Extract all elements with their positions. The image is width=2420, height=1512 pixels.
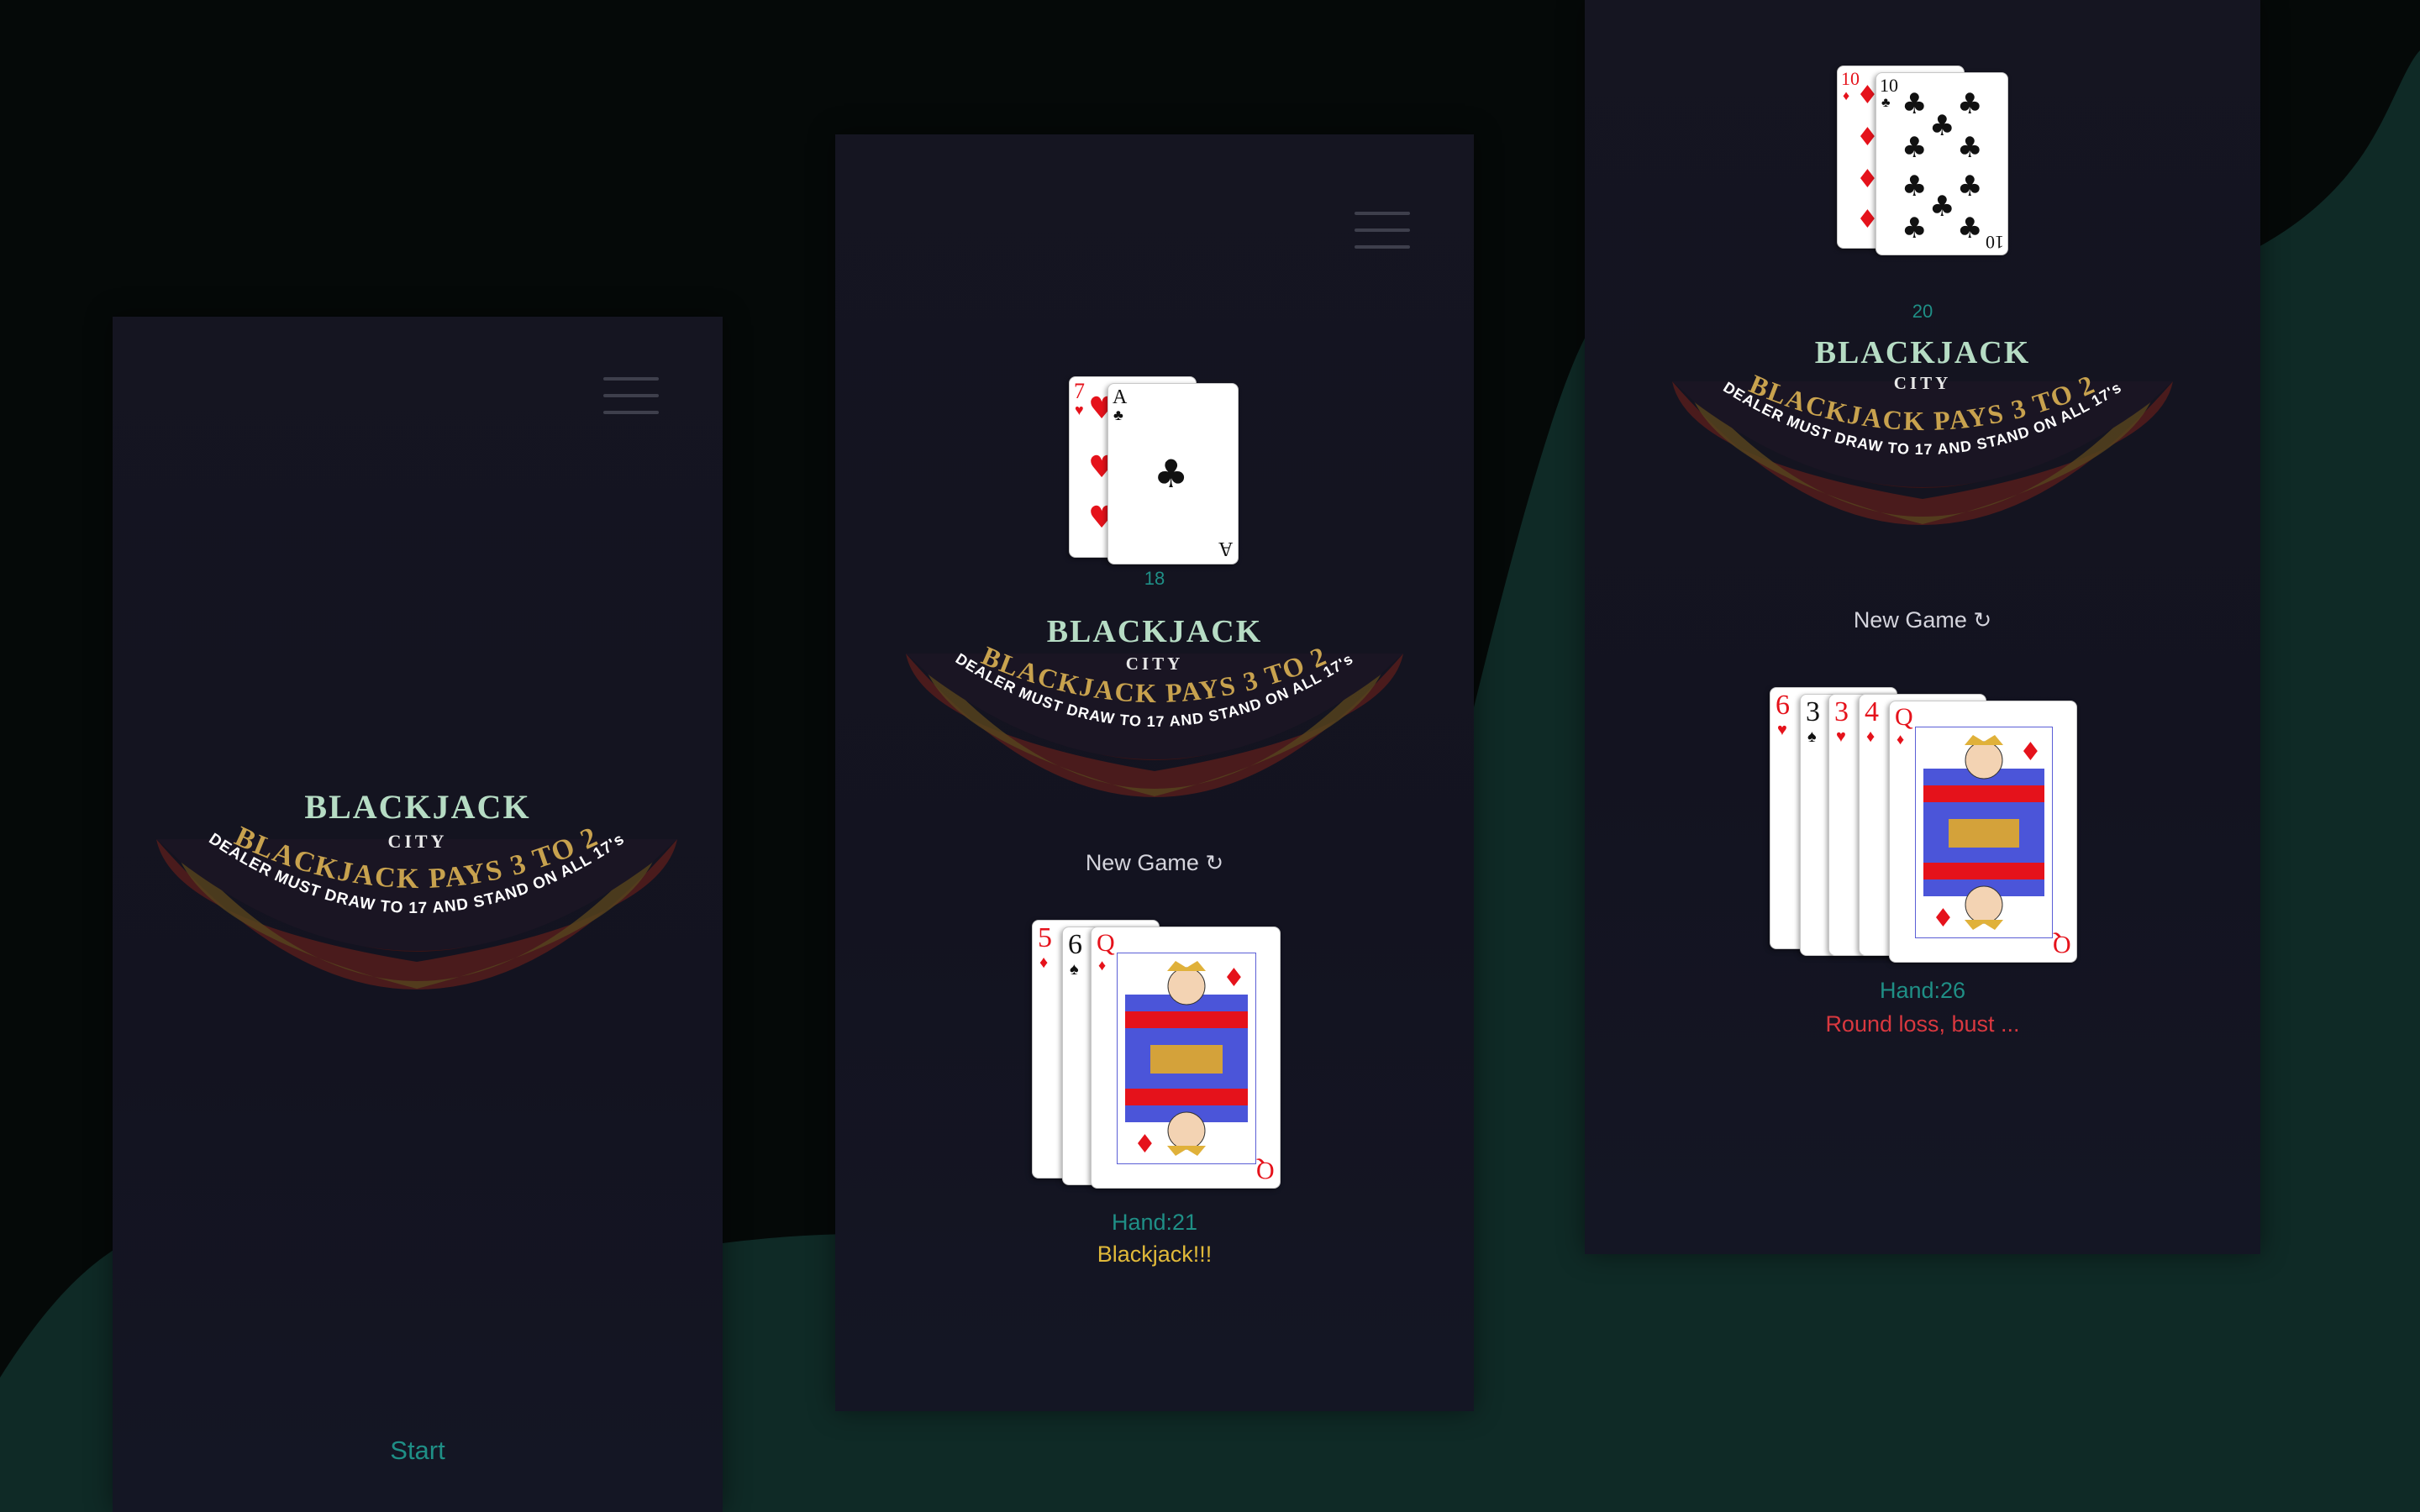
card-rank: Q [1895, 703, 1913, 731]
card-rank: 3 [1806, 696, 1820, 727]
refresh-icon: ↻ [1973, 607, 1992, 633]
card-rank: 6 [1068, 929, 1082, 960]
dealer-score: 20 [1912, 301, 1933, 322]
card-rank: A [1218, 538, 1233, 559]
hamburger-icon[interactable] [603, 377, 659, 414]
player-hand: 6 ♥ 3 ♠ 3 ♥ 4 ♦ Q ♦ ♦ ♦ Q [1770, 687, 2082, 964]
queen-face-art: ♦ ♦ [1915, 727, 2053, 938]
new-game-label: New Game [1085, 850, 1199, 875]
playing-card: Q ♦ ♦ ♦ Q [1091, 927, 1281, 1189]
card-rank: 4 [1865, 696, 1879, 727]
logo-subtitle: CITY [1125, 654, 1184, 674]
suit-club-icon: ♣ [1957, 170, 1983, 203]
new-game-label: New Game [1853, 607, 1967, 633]
refresh-icon: ↻ [1205, 850, 1224, 875]
suit-spade-icon: ♠ [1807, 727, 1817, 746]
suit-club-icon: ♣ [1902, 212, 1928, 245]
new-game-button[interactable]: New Game ↻ [1585, 607, 2260, 633]
suit-heart-icon: ♥ [1075, 402, 1084, 418]
suit-diamond-icon: ♦ [1098, 957, 1107, 974]
suit-club-icon: ♣ [1957, 131, 1983, 165]
svg-text:♦: ♦ [1134, 1130, 1156, 1159]
suit-diamond-icon: ♦ [1039, 953, 1049, 972]
dealer-score: 18 [1144, 568, 1165, 589]
card-rank: A [1113, 386, 1128, 408]
start-button[interactable]: Start [113, 1436, 723, 1466]
suit-club-icon: ♣ [1929, 190, 1955, 223]
suit-club-icon: ♣ [1113, 407, 1123, 423]
card-rank: Q [1256, 1157, 1275, 1184]
player-hand: 5 ♦ 6 ♠ Q ♦ ♦ ♦ Q [1032, 920, 1284, 1189]
suit-club-icon: ♣ [1902, 131, 1928, 165]
suit-club-icon: ♣ [1154, 451, 1189, 496]
logo-title: BLACKJACK [304, 788, 531, 826]
hand-total: Hand:21 [1111, 1210, 1198, 1235]
suit-club-icon: ♣ [1902, 170, 1928, 203]
round-result: Blackjack!!! [1097, 1242, 1213, 1267]
logo-subtitle: CITY [387, 831, 448, 852]
hamburger-icon[interactable] [1355, 212, 1410, 249]
card-rank: Q [1097, 929, 1115, 957]
svg-text:♦: ♦ [2019, 738, 2042, 767]
card-rank: Q [2053, 931, 2071, 958]
logo-title: BLACKJACK [1814, 335, 2031, 370]
suit-spade-icon: ♠ [1070, 960, 1079, 979]
logo-subtitle: CITY [1893, 373, 1952, 393]
playing-card: 10 ♣ ♣ ♣ ♣ ♣ ♣ ♣ ♣ ♣ ♣ ♣ 10 [1876, 72, 2008, 255]
card-rank: 6 [1776, 690, 1790, 721]
svg-text:♦: ♦ [1223, 963, 1245, 993]
suit-diamond-icon: ♦ [1897, 731, 1905, 748]
logo-title: BLACKJACK [1046, 614, 1263, 649]
dealer-hand: 10 ♦ ♦ ♦ ♦ ♦ 10 ♣ ♣ ♣ ♣ ♣ ♣ ♣ ♣ ♣ ♣ ♣ 10 [1837, 66, 2010, 255]
round-result: Round loss, bust ... [1825, 1011, 2020, 1037]
start-screen: BLACKJACK PAYS 3 TO 2 DEALER MUST DRAW T… [113, 317, 723, 1512]
card-rank: 10 [1880, 75, 1898, 96]
suit-heart-icon: ♥ [1777, 721, 1787, 739]
card-rank: 5 [1038, 922, 1052, 953]
playing-card: A ♣ ♣ A [1107, 383, 1239, 564]
suit-diamond-icon: ♦ [1866, 727, 1876, 746]
suit-heart-icon: ♥ [1836, 727, 1846, 746]
suit-club-icon: ♣ [1929, 109, 1955, 143]
card-rank: 10 [1986, 232, 2004, 253]
new-game-button[interactable]: New Game ↻ [835, 850, 1474, 876]
blackjack-win-screen: 7 ♥ ♥ ♥ ♥ A ♣ ♣ A 18 BLACKJACK PAYS 3 TO… [835, 134, 1474, 1411]
hand-total: Hand:26 [1879, 978, 1966, 1003]
queen-face-art: ♦ ♦ [1117, 953, 1256, 1164]
suit-diamond-icon: ♦ [1843, 89, 1850, 103]
suit-club-icon: ♣ [1881, 96, 1891, 110]
suit-club-icon: ♣ [1902, 87, 1928, 121]
bust-screen: 10 ♦ ♦ ♦ ♦ ♦ 10 ♣ ♣ ♣ ♣ ♣ ♣ ♣ ♣ ♣ ♣ ♣ 10… [1585, 0, 2260, 1254]
suit-club-icon: ♣ [1957, 87, 1983, 121]
svg-text:♦: ♦ [1932, 904, 1954, 933]
playing-card: Q ♦ ♦ ♦ Q [1889, 701, 2077, 963]
dealer-hand: 7 ♥ ♥ ♥ ♥ A ♣ ♣ A [1069, 376, 1240, 564]
suit-club-icon: ♣ [1957, 212, 1983, 245]
card-rank: 3 [1834, 696, 1849, 727]
card-rank: 7 [1074, 379, 1085, 403]
